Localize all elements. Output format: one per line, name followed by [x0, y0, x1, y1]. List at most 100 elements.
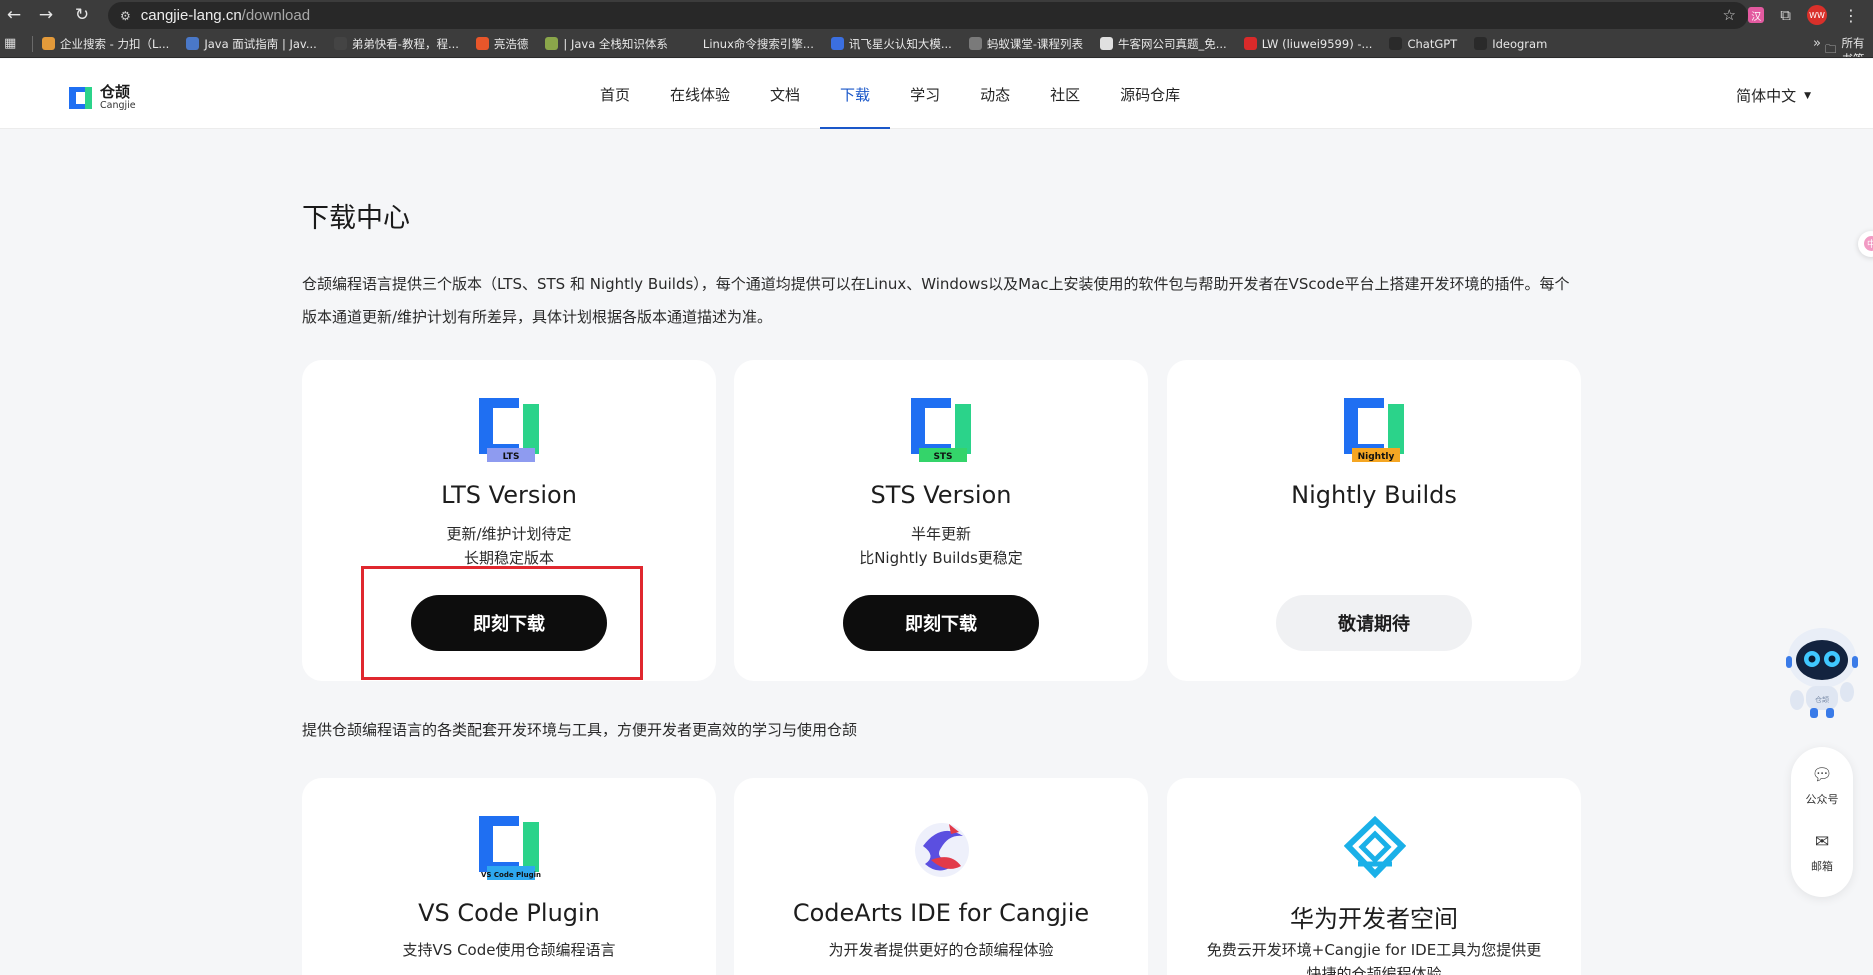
- bookmarks-overflow-icon[interactable]: »: [1813, 36, 1821, 51]
- version-desc: 更新/维护计划待定 长期稳定版本: [302, 522, 716, 570]
- version-logo-icon: Nightly: [1344, 398, 1404, 462]
- address-bar[interactable]: ⚙ cangjie-lang.cn/download ☆: [108, 2, 1748, 29]
- bookmark-favicon-icon: [545, 37, 559, 50]
- site-info-icon[interactable]: ⚙: [120, 9, 131, 23]
- back-icon[interactable]: ←: [0, 1, 28, 29]
- version-title: LTS Version: [441, 481, 577, 509]
- tool-card[interactable]: CodeArts IDE for Cangjie 为开发者提供更好的仓颉编程体验: [734, 778, 1148, 975]
- edge-bubble-label: 中: [1864, 236, 1873, 251]
- language-label: 简体中文: [1736, 87, 1797, 105]
- browser-toolbar: ← → ↻ ⚙ cangjie-lang.cn/download ☆ 汉 ⧉ W…: [0, 0, 1873, 30]
- bookmark-favicon-icon: [830, 37, 844, 50]
- wechat-official-button[interactable]: 💬︎ 公众号: [1791, 765, 1853, 807]
- bookmark-item[interactable]: LW (liuwei9599) -...: [1243, 36, 1373, 51]
- bookmark-list: 企业搜索 - 力扣（L... Java 面试指南 | Jav... 弟弟快看-教程，…: [42, 36, 1564, 52]
- nav-item-6[interactable]: 社区: [1030, 59, 1100, 129]
- cangjie-logo-icon: [69, 87, 92, 109]
- bookmark-item[interactable]: | Java 全栈知识体系: [545, 36, 668, 52]
- coming-soon-button[interactable]: 敬请期待: [1276, 595, 1472, 651]
- bookmarks-separator: [32, 35, 33, 52]
- extensions-icon[interactable]: ⧉: [1780, 6, 1791, 24]
- bookmark-favicon-icon: [186, 37, 200, 50]
- folder-icon: 🗀: [1825, 41, 1837, 56]
- tool-desc: 支持VS Code使用仓颉编程语言: [402, 941, 616, 959]
- wechat-official-label: 公众号: [1805, 793, 1839, 806]
- email-label: 邮箱: [1811, 860, 1833, 873]
- robot-label: 仓颉: [1815, 695, 1829, 704]
- robot-assistant-icon[interactable]: 仓颉: [1772, 622, 1872, 722]
- main-nav: 首页 在线体验 文档 下载 学习 动态 社区 源码仓库: [580, 59, 1200, 129]
- bookmark-star-icon[interactable]: ☆: [1723, 6, 1736, 24]
- version-desc-line: 半年更新: [910, 525, 971, 543]
- tool-title: VS Code Plugin: [418, 899, 600, 927]
- bookmark-favicon-icon: [684, 37, 698, 50]
- huawei-devspace-logo-icon: [1344, 816, 1406, 879]
- bookmark-favicon-icon: [968, 37, 982, 50]
- bookmark-favicon-icon: [42, 37, 55, 50]
- bookmark-item[interactable]: 蚂蚁课堂-课程列表: [968, 36, 1083, 52]
- bookmark-item[interactable]: Linux命令搜索引擎...: [684, 36, 814, 52]
- nav-item-7[interactable]: 源码仓库: [1100, 59, 1200, 129]
- email-button[interactable]: ✉ 邮箱: [1791, 832, 1853, 874]
- bookmark-item[interactable]: 弟弟快看-教程，程...: [333, 36, 459, 52]
- bookmark-label: 亮浩德: [493, 36, 529, 51]
- vscode-plugin-logo-icon: VS Code Plugin: [479, 816, 541, 880]
- codearts-logo-icon: [915, 823, 969, 877]
- bookmark-item[interactable]: 亮浩德: [475, 36, 529, 52]
- tool-title: CodeArts IDE for Cangjie: [792, 899, 1090, 927]
- apps-grid-icon[interactable]: ▦: [4, 36, 26, 51]
- bookmark-favicon-icon: [1389, 37, 1403, 50]
- bookmark-favicon-icon: [1474, 37, 1488, 50]
- download-button[interactable]: 即刻下载: [843, 595, 1039, 651]
- tool-card[interactable]: VS Code Plugin VS Code Plugin 支持VS Code使用仓…: [302, 778, 716, 975]
- nav-item-2[interactable]: 文档: [750, 59, 820, 129]
- bookmark-item[interactable]: Ideogram: [1474, 37, 1547, 51]
- all-bookmarks-folder[interactable]: 🗀 所有书签: [1825, 35, 1873, 57]
- bookmark-favicon-icon: [1243, 37, 1257, 50]
- bookmark-item[interactable]: 牛客网公司真题_免...: [1099, 36, 1227, 52]
- nav-item-3[interactable]: 下载: [820, 59, 891, 129]
- logo-badge-text: VS Code Plugin: [481, 871, 541, 879]
- tool-card[interactable]: 华为开发者空间 免费云开发环境+Cangjie for IDE工具为您提供更快捷的…: [1167, 778, 1581, 975]
- nav-item-5[interactable]: 动态: [960, 59, 1030, 129]
- profile-avatar[interactable]: WW: [1807, 5, 1827, 25]
- more-menu-icon[interactable]: ⋮: [1843, 6, 1859, 25]
- nav-item-0[interactable]: 首页: [580, 59, 650, 129]
- bookmark-label: ChatGPT: [1407, 36, 1458, 51]
- logo-badge-text: Nightly: [1358, 452, 1395, 462]
- caret-down-icon: ▼: [1804, 90, 1811, 101]
- logo-text-zh: 仓颉: [100, 83, 131, 101]
- bookmark-item[interactable]: 企业搜索 - 力扣（L...: [42, 36, 169, 52]
- language-selector[interactable]: 简体中文 ▼: [1736, 85, 1811, 106]
- side-contact-panel: 💬︎ 公众号 ✉ 邮箱: [1791, 747, 1853, 897]
- version-card-nightly: Nightly Nightly Builds 敬请期待: [1167, 360, 1581, 681]
- bookmark-label: 牛客网公司真题_免...: [1117, 36, 1227, 51]
- reload-icon[interactable]: ↻: [68, 1, 96, 29]
- bookmark-favicon-icon: [1099, 37, 1113, 50]
- forward-icon[interactable]: →: [32, 1, 60, 29]
- version-logo-icon: STS: [911, 398, 971, 462]
- version-title: Nightly Builds: [1291, 481, 1457, 509]
- all-bookmarks-label: 所有书签: [1841, 36, 1865, 57]
- edge-translate-bubble[interactable]: 中: [1858, 231, 1873, 257]
- url-host: cangjie-lang.cn: [140, 7, 242, 24]
- tool-desc: 免费云开发环境+Cangjie for IDE工具为您提供更快捷的仓颉编程体验: [1206, 941, 1542, 975]
- version-logo-icon: LTS: [479, 398, 539, 462]
- mail-icon: ✉: [1814, 832, 1830, 852]
- nav-item-4[interactable]: 学习: [890, 59, 960, 129]
- bookmark-label: LW (liuwei9599) -...: [1261, 36, 1373, 51]
- bookmark-item[interactable]: ChatGPT: [1389, 37, 1457, 51]
- nav-item-1[interactable]: 在线体验: [650, 59, 750, 129]
- red-highlight-box: [361, 566, 643, 680]
- chat-bubble-icon: 💬︎: [1811, 765, 1833, 785]
- logo-badge-text: STS: [933, 452, 952, 462]
- version-desc: 半年更新比Nightly Builds更稳定: [734, 522, 1148, 570]
- translate-extension-icon[interactable]: 汉: [1748, 7, 1765, 23]
- cangjie-logo[interactable]: 仓颉 Cangjie: [68, 85, 136, 111]
- intro-text: 仓颉编程语言提供三个版本（LTS、STS 和 Nightly Builds），每…: [302, 275, 1570, 326]
- bookmark-item[interactable]: Java 面试指南 | Jav...: [186, 36, 317, 52]
- bookmark-item[interactable]: 讯飞星火认知大模...: [830, 36, 952, 52]
- bookmark-label: 企业搜索 - 力扣（L...: [60, 36, 170, 51]
- tool-desc: 为开发者提供更好的仓颉编程体验: [828, 941, 1054, 959]
- version-desc-line: 比Nightly Builds更稳定: [859, 549, 1023, 567]
